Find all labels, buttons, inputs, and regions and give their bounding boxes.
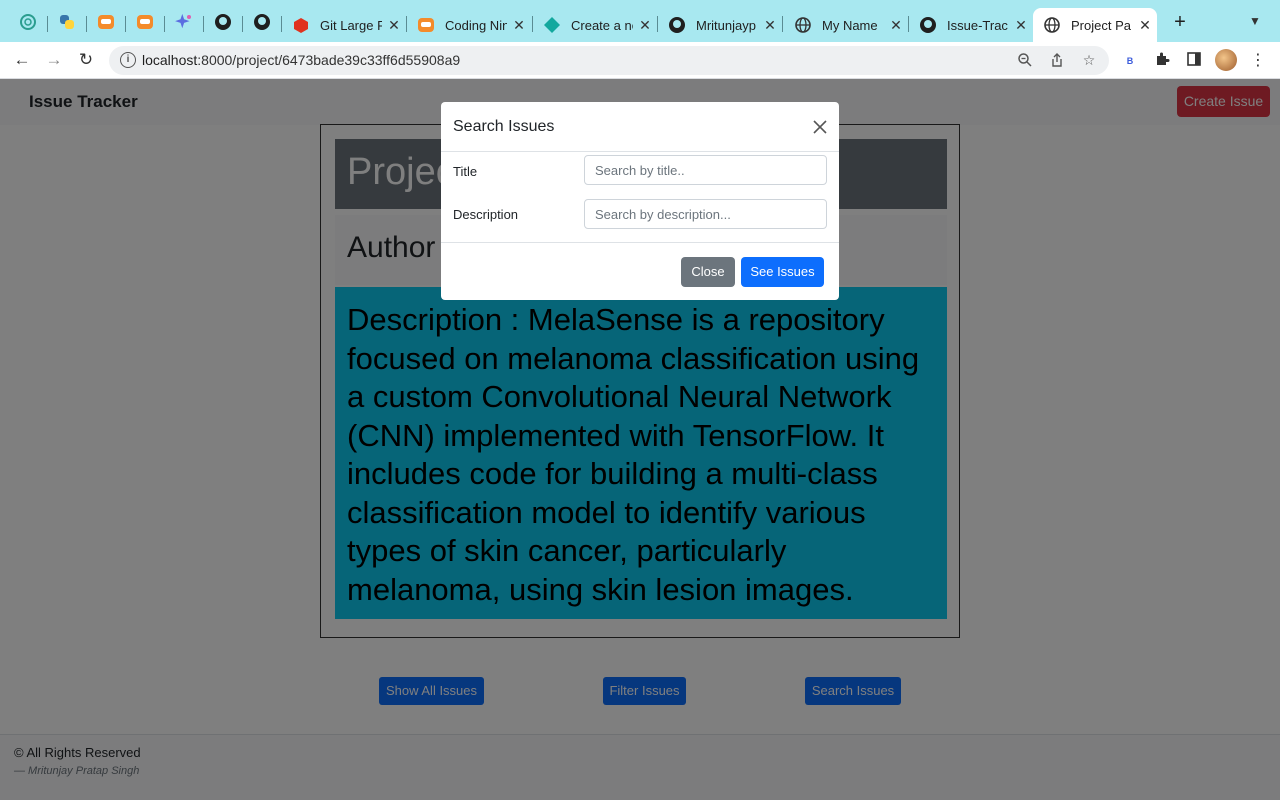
forward-arrow-icon[interactable]: → xyxy=(43,50,65,72)
reload-icon[interactable]: ↻ xyxy=(75,50,97,72)
coding-ninjas-icon[interactable] xyxy=(97,13,115,31)
browser-tab-bar: Git Large F ✕ Coding Nin ✕ Create a ne ✕… xyxy=(0,0,1280,42)
tab-separator xyxy=(86,16,87,32)
tab-title: Create a ne xyxy=(571,17,633,33)
coding-ninjas-icon xyxy=(418,18,434,32)
browser-toolbar: ← → ↻ i localhost:8000/project/6473bade3… xyxy=(0,42,1280,79)
tab-separator xyxy=(782,16,783,32)
back-arrow-icon[interactable]: ← xyxy=(11,50,33,72)
url-path: :8000/project/6473bade39c33ff6d55908a9 xyxy=(197,52,461,68)
see-issues-button[interactable]: See Issues xyxy=(741,257,824,287)
close-icon[interactable]: ✕ xyxy=(386,17,402,34)
info-icon[interactable]: i xyxy=(120,52,136,68)
new-tab-icon[interactable]: + xyxy=(1170,12,1190,32)
address-bar[interactable]: i localhost:8000/project/6473bade39c33ff… xyxy=(109,46,1109,75)
search-issues-modal: Search Issues Title Description Close Se… xyxy=(441,102,839,300)
tab-title: My Name xyxy=(822,17,878,33)
extensions-puzzle-icon[interactable] xyxy=(1152,51,1172,71)
git-lfs-icon xyxy=(294,18,308,33)
github-icon xyxy=(920,17,936,33)
tab-separator xyxy=(281,16,282,32)
close-button[interactable]: Close xyxy=(681,257,735,287)
tab-separator xyxy=(125,16,126,32)
diamond-icon xyxy=(544,17,560,33)
close-icon[interactable]: ✕ xyxy=(762,17,778,34)
tab-title: Issue-Trac xyxy=(947,17,1008,33)
close-icon[interactable]: ✕ xyxy=(888,17,904,34)
tab-title: Mritunjayp xyxy=(696,17,756,33)
extension-b-icon[interactable]: B xyxy=(1120,51,1140,71)
profile-avatar[interactable] xyxy=(1215,49,1237,71)
modal-header: Search Issues xyxy=(441,102,839,152)
tab-git-lfs[interactable]: Git Large F ✕ xyxy=(285,8,403,42)
tab-title: Git Large F xyxy=(320,17,382,33)
globe-icon xyxy=(1044,17,1060,33)
tab-project-page[interactable]: Project Pa ✕ xyxy=(1033,8,1157,42)
python-icon[interactable] xyxy=(58,13,76,31)
kebab-menu-icon[interactable]: ⋮ xyxy=(1248,51,1268,71)
chevron-down-icon[interactable]: ▼ xyxy=(1249,14,1261,28)
modal-footer: Close See Issues xyxy=(441,242,839,300)
description-label: Description xyxy=(453,207,519,222)
github-icon[interactable] xyxy=(253,13,271,31)
share-icon[interactable] xyxy=(1048,52,1066,71)
modal-title: Search Issues xyxy=(453,118,555,135)
close-icon[interactable]: ✕ xyxy=(1013,17,1029,34)
github-icon xyxy=(669,17,685,33)
url-text[interactable]: localhost:8000/project/6473bade39c33ff6d… xyxy=(142,52,460,68)
tab-separator xyxy=(47,16,48,32)
tab-title: Project Pa xyxy=(1071,17,1131,33)
tab-my-name[interactable]: My Name ✕ xyxy=(787,8,905,42)
side-panel-icon[interactable] xyxy=(1184,51,1204,71)
close-icon[interactable]: ✕ xyxy=(511,17,527,34)
tab-create-new[interactable]: Create a ne ✕ xyxy=(536,8,654,42)
tab-separator xyxy=(164,16,165,32)
tab-separator xyxy=(203,16,204,32)
title-search-input[interactable] xyxy=(584,155,827,185)
github-icon[interactable] xyxy=(214,13,232,31)
tab-separator xyxy=(532,16,533,32)
tab-github-profile[interactable]: Mritunjayp ✕ xyxy=(661,8,779,42)
coding-ninjas-icon[interactable] xyxy=(136,13,154,31)
tab-separator xyxy=(908,16,909,32)
title-label: Title xyxy=(453,164,478,179)
sparkle-icon[interactable] xyxy=(175,13,193,31)
tab-issue-tracker-repo[interactable]: Issue-Trac ✕ xyxy=(912,8,1030,42)
bookmark-star-icon[interactable]: ☆ xyxy=(1080,52,1098,69)
close-icon[interactable]: ✕ xyxy=(637,17,653,34)
zoom-icon[interactable] xyxy=(1016,52,1034,71)
tab-separator xyxy=(657,16,658,32)
close-icon[interactable]: ✕ xyxy=(1137,17,1153,34)
chatgpt-icon[interactable] xyxy=(19,13,37,31)
url-host: localhost xyxy=(142,52,198,68)
globe-icon xyxy=(795,17,811,33)
tab-separator xyxy=(406,16,407,32)
tab-coding-ninjas[interactable]: Coding Nin ✕ xyxy=(410,8,528,42)
close-icon[interactable] xyxy=(810,117,830,137)
tab-title: Coding Nin xyxy=(445,17,507,33)
tab-separator xyxy=(242,16,243,32)
description-search-input[interactable] xyxy=(584,199,827,229)
